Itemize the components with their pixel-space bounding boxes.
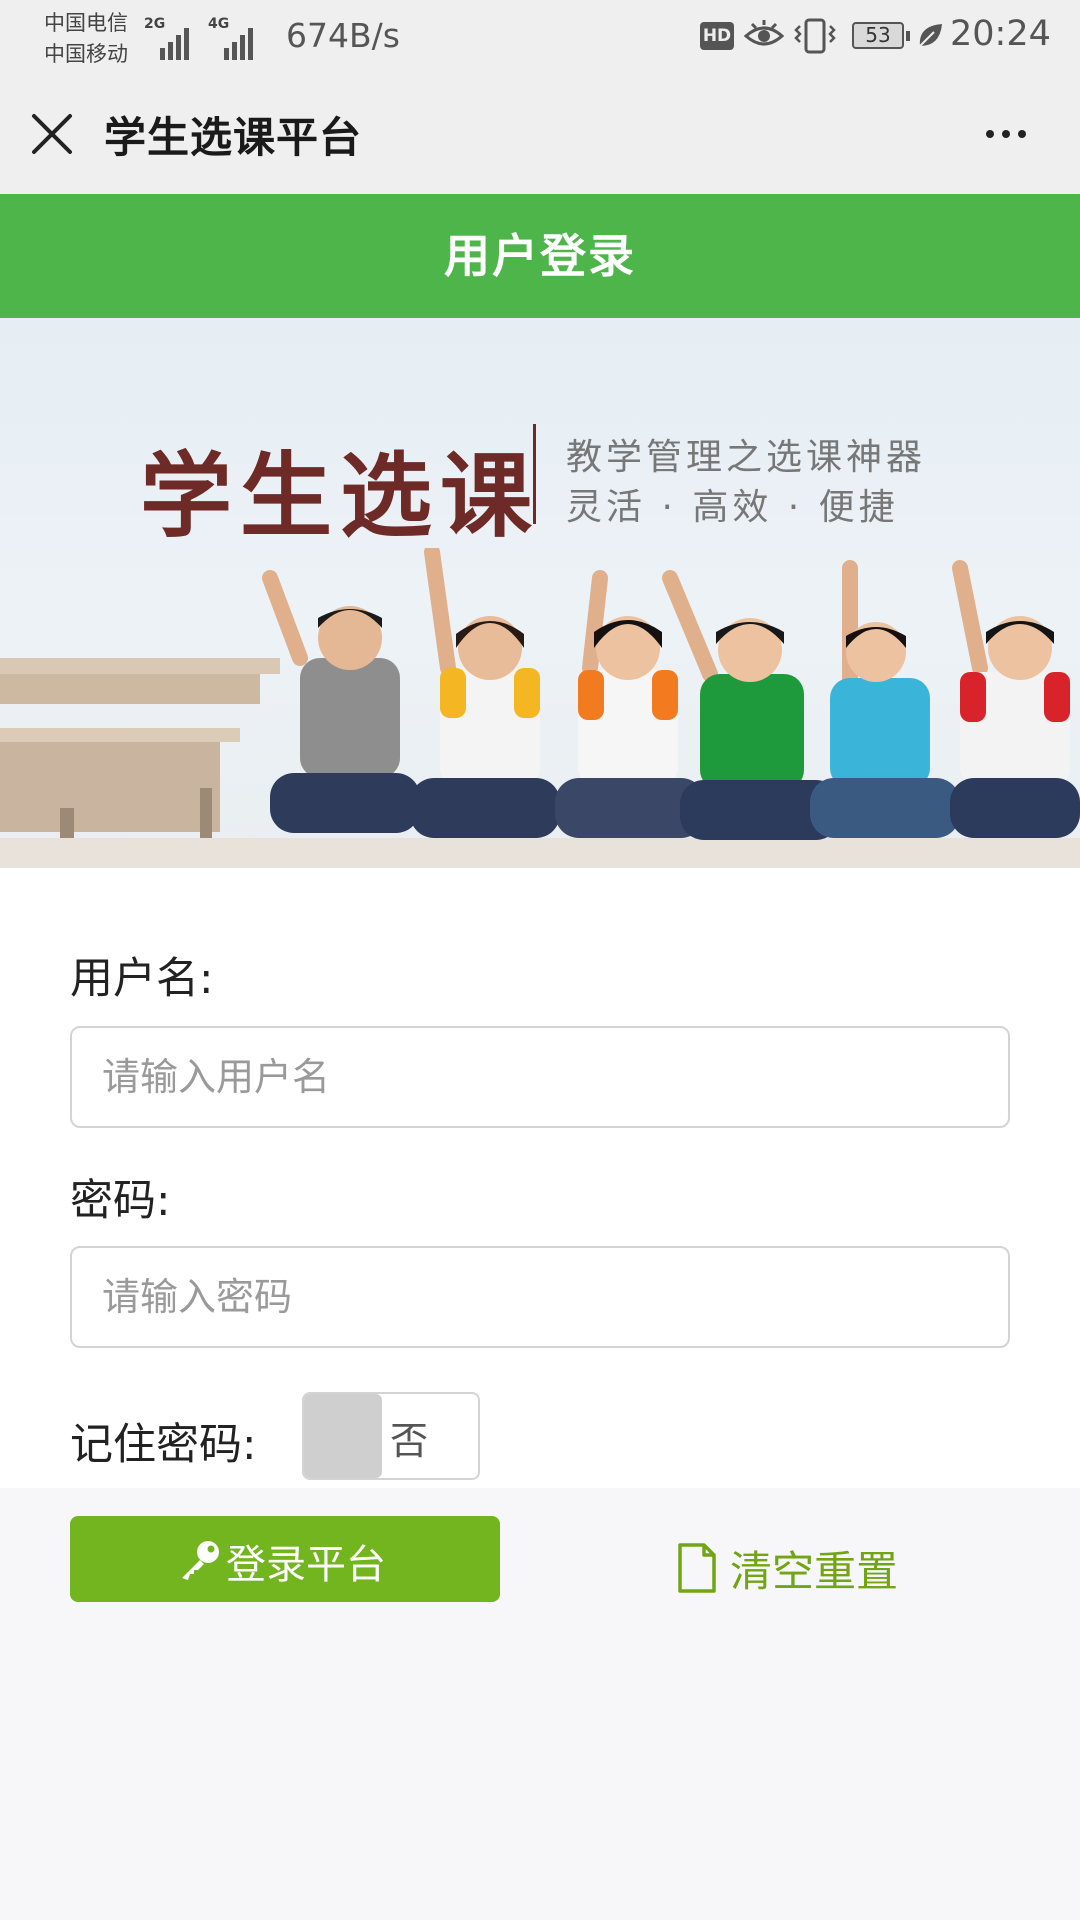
password-label: 密码: <box>70 1176 171 1226</box>
leaf-icon <box>919 24 942 47</box>
username-label: 用户名: <box>70 954 214 1004</box>
toggle-state-text: 否 <box>390 1419 429 1463</box>
carrier-names: 中国电信 中国移动 <box>44 8 128 70</box>
battery-icon: 53 <box>852 22 904 49</box>
key-icon <box>182 1541 219 1580</box>
banner-title: 学生选课 <box>140 442 541 550</box>
nav-bar: 学生选课平台 <box>0 78 1080 194</box>
carrier-2: 中国移动 <box>44 42 128 66</box>
battery-level: 53 <box>865 23 891 47</box>
banner: 学生选课 教学管理之选课神器 灵活 · 高效 · 便捷 <box>0 318 1080 868</box>
battery-tip <box>906 31 910 41</box>
login-header: 用户登录 <box>0 194 1080 318</box>
page-title: 学生选课平台 <box>104 113 363 162</box>
vibrate-icon <box>794 18 836 54</box>
login-button-label: 登录平台 <box>226 1542 386 1588</box>
status-bar: 中国电信 中国移动 2G 4G 674B/s HD 53 20:24 <box>0 0 1080 78</box>
banner-divider <box>533 424 536 524</box>
file-icon <box>678 1543 716 1593</box>
password-input[interactable] <box>70 1246 1010 1348</box>
reset-button[interactable]: 清空重置 <box>676 1538 916 1598</box>
more-dots-icon[interactable] <box>972 114 1040 154</box>
banner-subtitle-1: 教学管理之选课神器 <box>566 437 927 478</box>
banner-subtitle-2: 灵活 · 高效 · 便捷 <box>566 487 899 528</box>
eye-icon <box>744 20 784 46</box>
login-page: 中国电信 中国移动 2G 4G 674B/s HD 53 20:24 学生选课平… <box>0 0 1080 1920</box>
remember-password-toggle[interactable]: 否 <box>302 1392 480 1480</box>
banner-children-photo <box>0 548 1080 868</box>
reset-button-label: 清空重置 <box>730 1547 899 1596</box>
clock: 20:24 <box>950 14 1051 54</box>
hd-icon: HD <box>700 22 734 50</box>
close-icon[interactable] <box>26 104 78 162</box>
carrier-1: 中国电信 <box>44 11 128 35</box>
network-speed: 674B/s <box>286 16 400 55</box>
toggle-knob <box>304 1394 382 1478</box>
remember-password-label: 记住密码: <box>70 1420 257 1470</box>
login-form: 用户名: 密码: 记住密码: 否 <box>0 868 1080 1488</box>
login-button[interactable]: 登录平台 <box>70 1516 500 1602</box>
username-input[interactable] <box>70 1026 1010 1128</box>
